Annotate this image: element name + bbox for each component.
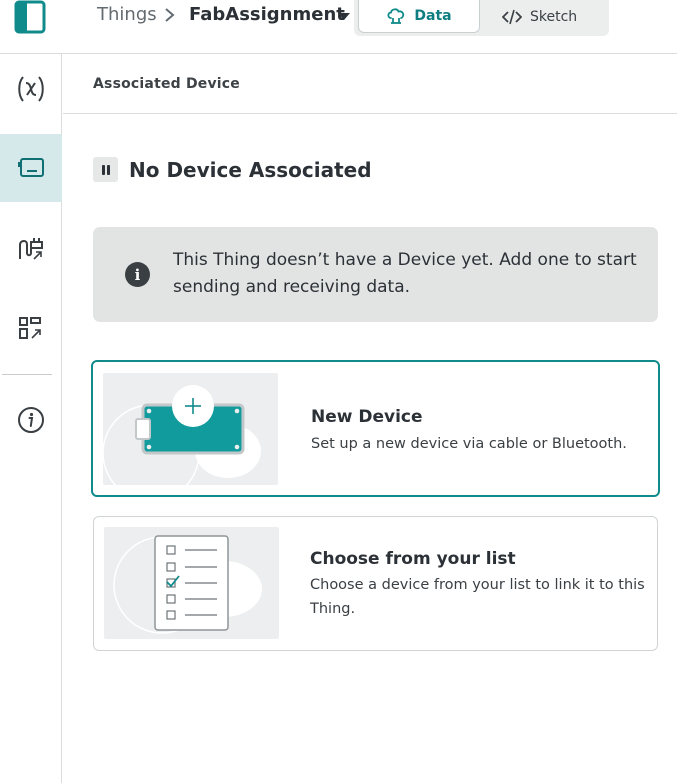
chevron-right-icon xyxy=(165,8,175,22)
view-switcher: Data Sketch xyxy=(354,0,609,36)
variables-icon xyxy=(18,76,44,102)
panel-toggle-icon xyxy=(14,0,46,34)
device-status: No Device Associated xyxy=(93,157,372,182)
new-device-description: Set up a new device via cable or Bluetoo… xyxy=(311,436,627,452)
choose-list-description: Choose a device from your list to link i… xyxy=(310,577,645,617)
info-icon xyxy=(18,407,44,433)
choose-from-list-card[interactable]: Choose from your list Choose a device fr… xyxy=(93,516,658,651)
side-rail xyxy=(0,54,62,783)
board-plus-icon xyxy=(103,385,261,485)
choose-list-title: Choose from your list xyxy=(310,549,516,569)
top-bar: Things FabAssignment Data Sketch xyxy=(0,0,677,54)
network-plug-icon xyxy=(19,238,43,260)
pause-icon xyxy=(93,157,118,182)
breadcrumb-things-link[interactable]: Things xyxy=(97,4,157,25)
rail-divider xyxy=(2,374,52,375)
section-title: Associated Device xyxy=(93,76,240,92)
status-text: No Device Associated xyxy=(129,157,372,182)
tab-sketch-label: Sketch xyxy=(530,8,578,25)
thing-name: FabAssignment xyxy=(189,4,345,25)
section-header: Associated Device xyxy=(63,54,677,114)
sidebar-item-variables[interactable] xyxy=(0,55,62,123)
tab-sketch[interactable]: Sketch xyxy=(496,0,606,33)
dashboard-link-icon xyxy=(19,317,41,339)
sidebar-item-dashboards[interactable] xyxy=(0,295,62,363)
info-notice: i This Thing doesn’t have a Device yet. … xyxy=(93,227,658,322)
checklist-icon xyxy=(113,535,262,634)
sidebar-item-network[interactable] xyxy=(0,215,62,283)
caret-down-icon[interactable] xyxy=(337,11,351,21)
cloud-data-icon xyxy=(387,8,405,24)
code-icon xyxy=(502,9,522,24)
board-illustration xyxy=(103,373,278,485)
sidebar-item-info[interactable] xyxy=(0,386,62,454)
sidebar-item-device[interactable] xyxy=(0,134,62,202)
new-device-card[interactable]: New Device Set up a new device via cable… xyxy=(91,360,660,497)
notice-text: This Thing doesn’t have a Device yet. Ad… xyxy=(173,250,637,297)
tab-data-label: Data xyxy=(414,8,452,24)
tab-data[interactable]: Data xyxy=(358,0,480,33)
sidebar-toggle-button[interactable] xyxy=(10,0,50,34)
new-device-title: New Device xyxy=(311,407,423,427)
checklist-illustration xyxy=(104,527,279,639)
info-circle-icon: i xyxy=(125,262,150,287)
device-icon xyxy=(18,158,44,177)
